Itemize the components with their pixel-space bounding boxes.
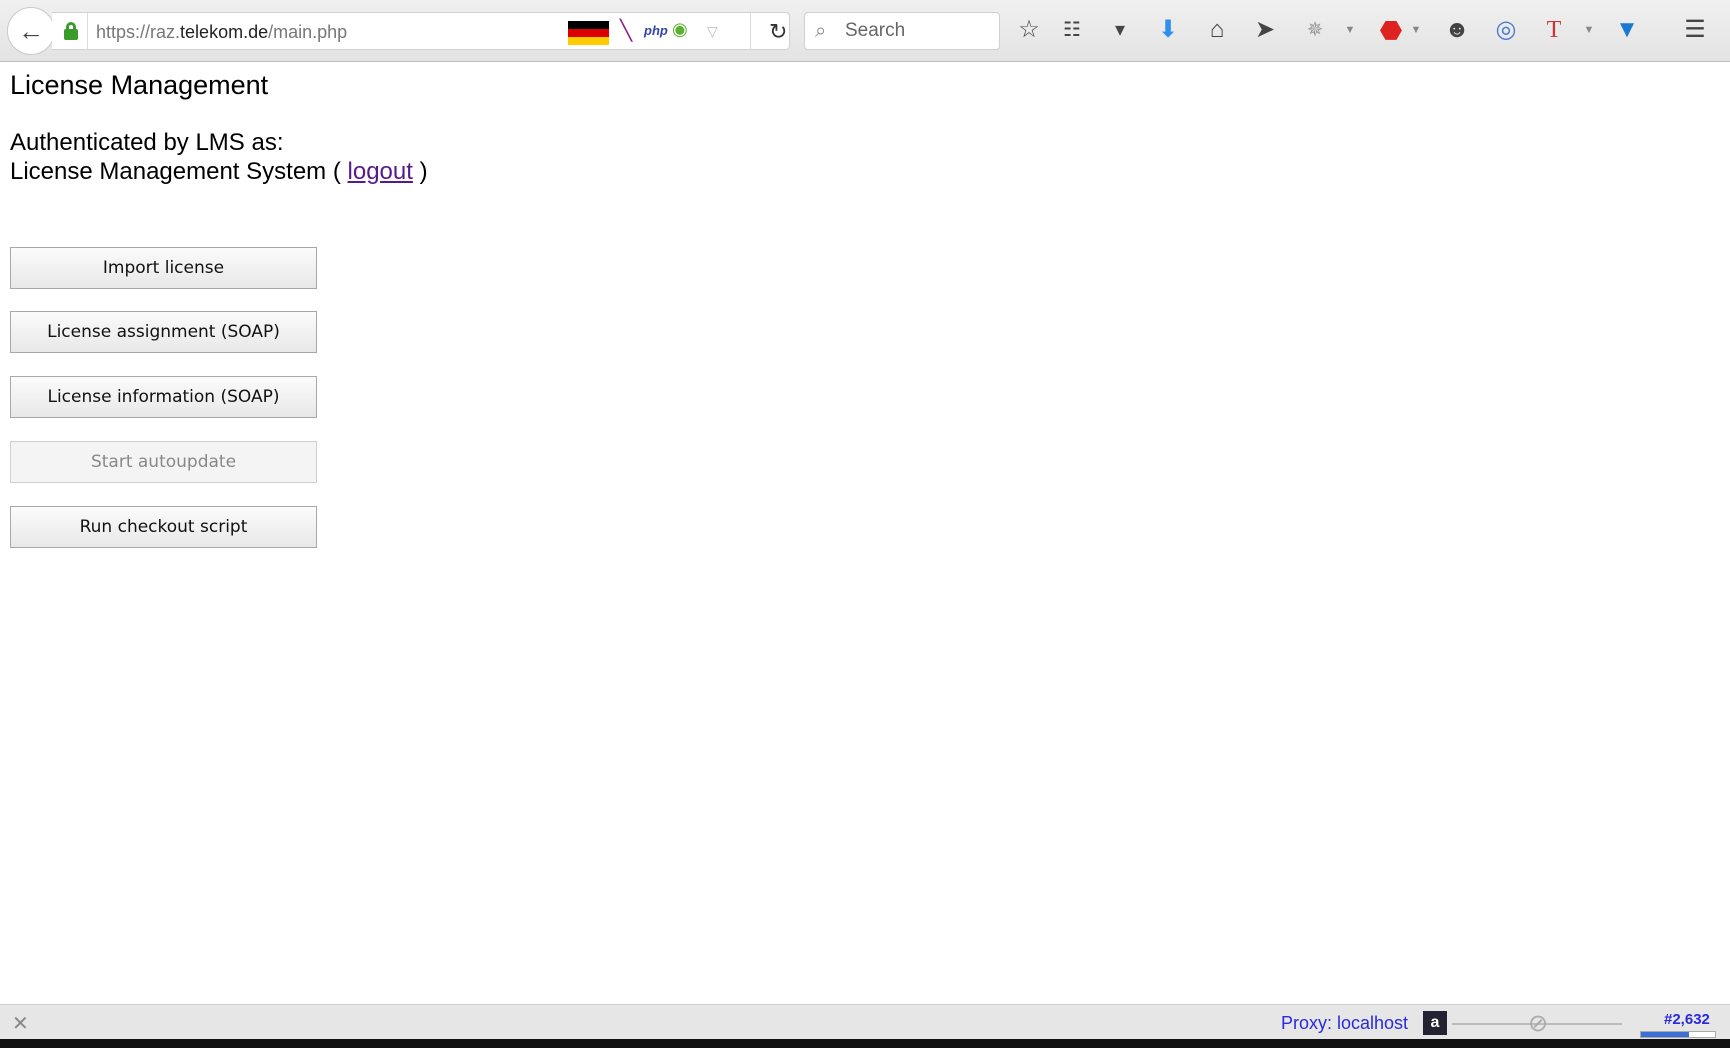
- license-assignment-button[interactable]: License assignment (SOAP): [10, 311, 317, 353]
- lock-icon: [64, 22, 78, 40]
- auth-info: Authenticated by LMS as: License Managem…: [10, 129, 428, 185]
- arrow-left-icon: ←: [18, 15, 44, 46]
- browser-toolbar: ← https://raz.telekom.de/main.php ╲ php …: [0, 0, 1730, 62]
- spider-icon[interactable]: ✵: [1298, 13, 1332, 47]
- logout-link[interactable]: logout: [348, 158, 413, 185]
- text-t-icon[interactable]: T: [1537, 13, 1571, 47]
- menu-icon[interactable]: ☰: [1678, 13, 1712, 47]
- php-icon[interactable]: php: [644, 23, 668, 38]
- dropdown-icon[interactable]: ▽: [707, 23, 718, 40]
- reload-icon: ↻: [769, 19, 788, 44]
- auth-user: License Management System: [10, 158, 327, 185]
- pocket-icon[interactable]: ▾: [1103, 13, 1137, 47]
- reading-list-icon[interactable]: ☷: [1055, 13, 1089, 47]
- dropdown-icon[interactable]: ▼: [1572, 13, 1606, 47]
- license-information-button[interactable]: License information (SOAP): [10, 376, 317, 418]
- proxy-icon[interactable]: a: [1423, 1011, 1447, 1035]
- v-extension-icon[interactable]: ▼: [1610, 13, 1644, 47]
- url-bar[interactable]: https://raz.telekom.de/main.php ╲ php ◉ …: [52, 12, 790, 51]
- feather-icon[interactable]: ╲: [620, 18, 632, 43]
- globe-icon[interactable]: ◎: [1489, 13, 1523, 47]
- extension-icon[interactable]: ◉: [672, 19, 688, 40]
- search-input[interactable]: ⌕ Search: [804, 12, 1000, 50]
- bookmark-star-icon[interactable]: ☆: [1012, 13, 1046, 47]
- close-icon[interactable]: ✕: [12, 1011, 29, 1036]
- back-button[interactable]: ←: [7, 7, 55, 55]
- url-text[interactable]: https://raz.telekom.de/main.php: [87, 13, 347, 51]
- german-flag-icon[interactable]: [568, 21, 609, 45]
- auth-label: Authenticated by LMS as:: [10, 129, 284, 156]
- status-bar: ✕ Proxy: localhost a ⊘ #2,632: [0, 1004, 1730, 1039]
- chat-icon[interactable]: ☻: [1440, 13, 1474, 47]
- search-icon: ⌕: [815, 20, 827, 42]
- import-license-button[interactable]: Import license: [10, 247, 317, 289]
- progress-bar: [1640, 1031, 1716, 1038]
- home-icon[interactable]: ⌂: [1200, 13, 1234, 47]
- no-entry-icon[interactable]: ⊘: [1528, 1009, 1548, 1038]
- counter: #2,632: [1664, 1011, 1710, 1028]
- page-title: License Management: [10, 70, 269, 100]
- reload-button[interactable]: ↻: [750, 13, 790, 51]
- start-autoupdate-button: Start autoupdate: [10, 441, 317, 483]
- run-checkout-script-button[interactable]: Run checkout script: [10, 506, 317, 548]
- dropdown-icon[interactable]: ▼: [1333, 13, 1367, 47]
- proxy-status[interactable]: Proxy: localhost: [1281, 1013, 1408, 1034]
- dropdown-icon[interactable]: ▼: [1399, 13, 1433, 47]
- send-icon[interactable]: ➤: [1248, 13, 1282, 47]
- download-icon[interactable]: ⬇: [1151, 13, 1185, 47]
- bottom-edge: [0, 1039, 1730, 1048]
